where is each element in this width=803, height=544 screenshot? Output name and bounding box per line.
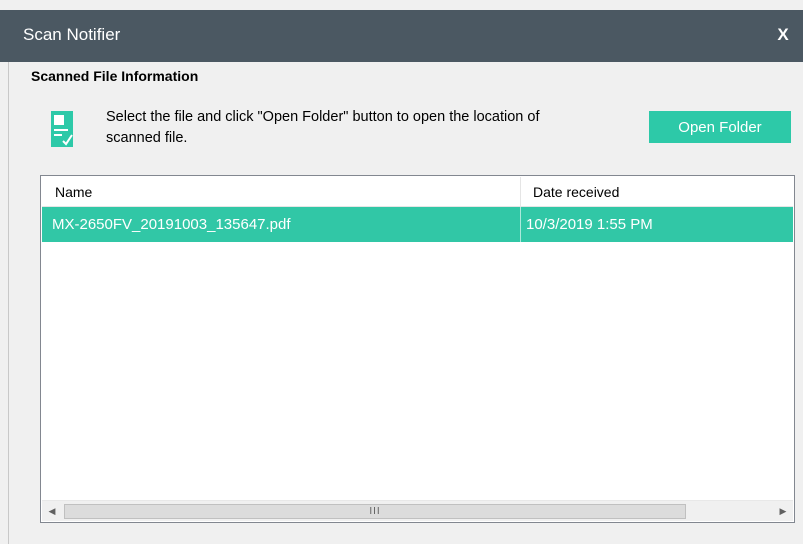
horizontal-scrollbar[interactable]: ◀ III ▶ [42,500,793,521]
scanned-files-list[interactable]: Name Date received MX-2650FV_20191003_13… [40,175,795,523]
column-divider[interactable] [520,177,521,206]
scan-notifier-window: Scan Notifier X Scanned File Information… [0,0,803,544]
close-button[interactable]: X [771,22,795,48]
instruction-text: Select the file and click "Open Folder" … [106,109,540,146]
scroll-left-icon[interactable]: ◀ [42,501,62,521]
section-title: Scanned File Information [31,68,199,84]
list-header: Name Date received [42,177,793,207]
window-title: Scan Notifier [23,25,121,44]
scrollbar-thumb[interactable]: III [64,504,686,519]
title-bar: Scan Notifier X [0,10,803,62]
open-folder-button[interactable]: Open Folder [649,111,791,143]
document-check-icon [51,111,73,147]
scrollbar-grip: III [369,506,381,517]
table-row[interactable]: MX-2650FV_20191003_135647.pdf 10/3/2019 … [42,207,793,242]
column-header-date[interactable]: Date received [533,184,619,200]
scroll-right-icon[interactable]: ▶ [773,501,793,521]
date-received-cell: 10/3/2019 1:55 PM [526,216,653,233]
column-header-name[interactable]: Name [55,184,92,200]
row-divider [520,207,521,242]
file-name-cell: MX-2650FV_20191003_135647.pdf [52,216,291,233]
